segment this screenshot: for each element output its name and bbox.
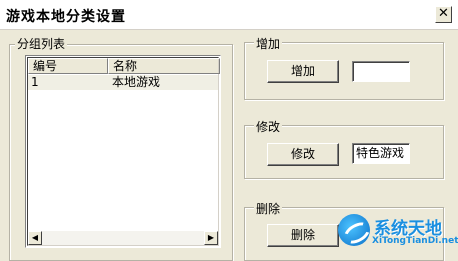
column-header-id[interactable]: 编号: [28, 58, 108, 74]
modify-input[interactable]: 特色游戏: [352, 143, 410, 164]
close-button[interactable]: ✕: [435, 6, 452, 23]
add-label: 增加: [254, 35, 283, 52]
scroll-left-icon[interactable]: ◀: [28, 231, 42, 245]
modify-button[interactable]: 修改: [267, 143, 339, 166]
row-id: 1: [31, 75, 39, 89]
add-input[interactable]: [352, 61, 410, 82]
scroll-right-icon[interactable]: ▶: [204, 231, 218, 245]
horizontal-scrollbar[interactable]: ◀ ▶: [28, 231, 218, 245]
modify-label: 修改: [254, 118, 283, 135]
table-row[interactable]: 1 本地游戏: [28, 75, 218, 90]
delete-label: 删除: [254, 200, 283, 217]
add-button[interactable]: 增加: [267, 60, 339, 83]
watermark-url: XiTongTianDi.net: [372, 236, 458, 246]
list-header: 编号 名称: [28, 58, 220, 74]
column-header-name[interactable]: 名称: [108, 58, 220, 74]
group-listview[interactable]: 编号 名称 1 本地游戏 ◀ ▶: [25, 55, 221, 248]
row-name: 本地游戏: [112, 75, 161, 89]
group-list-label: 分组列表: [15, 35, 68, 52]
settings-dialog: 游戏本地分类设置 ✕ 分组列表 编号 名称 1 本地游戏 ◀ ▶ 增加 增加 修…: [0, 0, 458, 261]
globe-icon: [338, 214, 370, 246]
title-bar: 游戏本地分类设置 ✕: [0, 0, 458, 30]
window-title: 游戏本地分类设置: [6, 9, 126, 25]
watermark-logo: 系统天地 XiTongTianDi.net: [330, 210, 458, 255]
delete-button[interactable]: 删除: [267, 224, 339, 247]
